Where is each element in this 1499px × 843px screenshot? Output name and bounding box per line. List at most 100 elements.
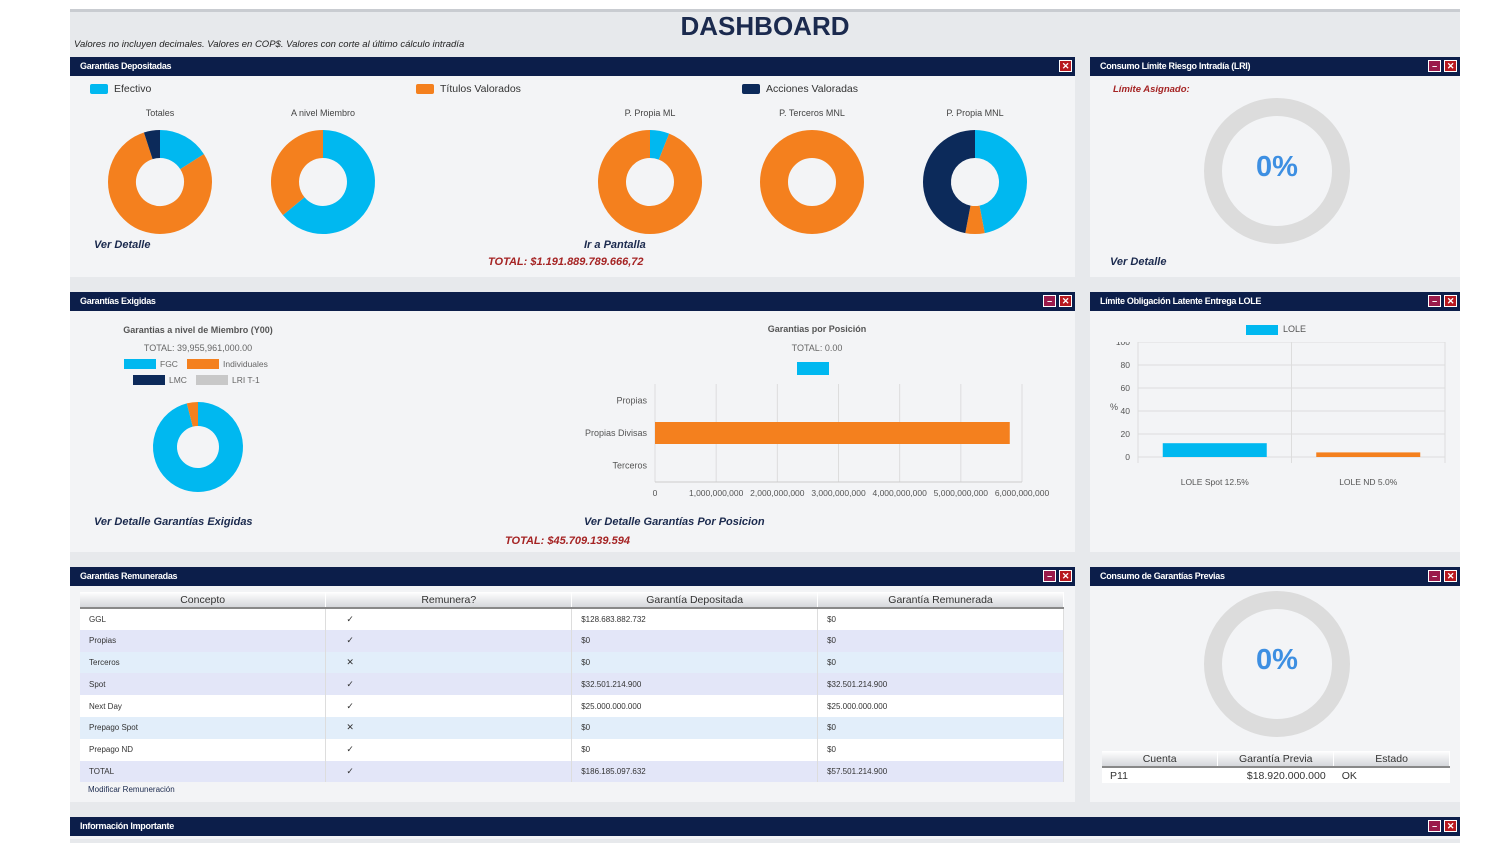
chart-label-propia-ml: P. Propia ML <box>624 108 676 118</box>
miembro-chart-title: Garantias a nivel de Miembro (Y00) <box>123 325 273 335</box>
column-header[interactable]: Garantía Previa <box>1217 751 1335 768</box>
close-icon[interactable]: ✕ <box>1059 60 1072 72</box>
legend-acciones: Acciones Valoradas <box>742 83 858 95</box>
cell-remunerada: $57.501.214.900 <box>817 760 1064 783</box>
minimize-icon[interactable]: – <box>1428 60 1441 72</box>
y-tick-label: 60 <box>1121 383 1131 393</box>
legend-label: LRI T-1 <box>232 375 260 385</box>
panel-header: Límite Obligación Latente Entrega LOLE –… <box>1090 292 1460 311</box>
column-header[interactable]: Remunera? <box>325 592 573 609</box>
check-icon: ✓ <box>325 608 573 630</box>
donut-propia-mnl <box>923 130 1027 234</box>
legend-individuales: Individuales <box>187 359 268 369</box>
cross-icon: ✕ <box>325 716 573 739</box>
previas-percent: 0% <box>1256 644 1298 676</box>
ver-detalle-link[interactable]: Ver Detalle <box>94 239 150 251</box>
ver-detalle-lri-link[interactable]: Ver Detalle <box>1110 256 1166 268</box>
x-tick-label: 3,000,000,000 <box>811 488 866 498</box>
ver-detalle-posicion-link[interactable]: Ver Detalle Garantías Por Posicion <box>584 516 765 528</box>
donut-slice-titulos <box>598 130 702 234</box>
dashboard-page: DASHBOARD Valores no incluyen decimales.… <box>70 9 1460 843</box>
panel-title: Información Importante <box>80 821 174 831</box>
cell-remunerada: $0 <box>817 738 1064 761</box>
cell-depositada: $32.501.214.900 <box>571 673 819 696</box>
table-row[interactable]: P11 $18.920.000.000 OK <box>1102 767 1450 783</box>
check-icon: ✓ <box>325 673 573 696</box>
close-icon[interactable]: ✕ <box>1059 295 1072 307</box>
miembro-chart-total: TOTAL: 39,955,961,000.00 <box>143 343 253 353</box>
modificar-remuneracion-link[interactable]: Modificar Remuneración <box>88 785 175 794</box>
legend-label: Efectivo <box>114 83 152 95</box>
panel-consumo-lri: Consumo Límite Riesgo Intradía (LRI) – ✕ … <box>1090 57 1460 277</box>
panel-consumo-garantias-previas: Consumo de Garantías Previas – ✕ 0% Cuent… <box>1090 567 1460 802</box>
minimize-icon[interactable]: – <box>1428 820 1441 832</box>
donut-slice-acciones <box>923 130 976 234</box>
table-row[interactable]: GGL ✓ $128.683.882.732 $0 <box>80 608 1064 630</box>
table-row[interactable]: Spot ✓ $32.501.214.900 $32.501.214.900 <box>80 673 1064 696</box>
panel-title: Garantías Remuneradas <box>80 571 178 581</box>
chart-label-miembro: A nivel Miembro <box>290 108 356 118</box>
panel-lole: Límite Obligación Latente Entrega LOLE –… <box>1090 292 1460 552</box>
cell-concepto: Prepago ND <box>80 738 327 761</box>
donut-miembro <box>271 130 375 234</box>
close-icon[interactable]: ✕ <box>1059 570 1072 582</box>
close-icon[interactable]: ✕ <box>1444 820 1457 832</box>
lri-percent: 0% <box>1256 151 1298 183</box>
cell-remunerada: $0 <box>817 716 1064 739</box>
column-header[interactable]: Estado <box>1333 751 1450 768</box>
table-row[interactable]: TOTAL ✓ $186.185.097.632 $57.501.214.900 <box>80 760 1064 783</box>
donut-slice-acciones <box>143 130 161 160</box>
donut-slice-titulos <box>965 205 985 234</box>
column-header[interactable]: Garantía Remunerada <box>817 592 1064 609</box>
bar <box>1162 443 1267 457</box>
y-tick-label: Propias Divisas <box>585 428 648 438</box>
minimize-icon[interactable]: – <box>1043 295 1056 307</box>
minimize-icon[interactable]: – <box>1428 570 1441 582</box>
donut-slice-individuales <box>186 402 199 427</box>
column-header[interactable]: Cuenta <box>1102 751 1219 768</box>
cell-cuenta: P11 <box>1102 767 1218 783</box>
legend-lmc: LMC <box>133 375 187 385</box>
cell-concepto: TOTAL <box>80 760 327 783</box>
check-icon: ✓ <box>325 738 573 761</box>
minimize-icon[interactable]: – <box>1428 295 1441 307</box>
close-icon[interactable]: ✕ <box>1444 570 1457 582</box>
legend-label: Individuales <box>223 359 268 369</box>
legend-swatch <box>196 375 228 385</box>
lole-legend-swatch <box>1246 325 1278 335</box>
remuneradas-table: Concepto Remunera? Garantía Depositada G… <box>80 592 1064 783</box>
close-icon[interactable]: ✕ <box>1444 295 1457 307</box>
table-row[interactable]: Prepago ND ✓ $0 $0 <box>80 738 1064 761</box>
panel-header: Consumo de Garantías Previas – ✕ <box>1090 567 1460 586</box>
ver-detalle-exigidas-link[interactable]: Ver Detalle Garantías Exigidas <box>94 516 253 528</box>
donut-slice-efectivo <box>649 130 670 160</box>
x-tick-label: 5,000,000,000 <box>934 488 989 498</box>
posicion-bar-chart: 0 1,000,000,000 2,000,000,000 3,000,000,000… <box>585 384 1049 498</box>
table-row[interactable]: Next Day ✓ $25.000.000.000 $25.000.000.000 <box>80 695 1064 717</box>
check-icon: ✓ <box>325 760 573 783</box>
table-row[interactable]: Prepago Spot ✕ $0 $0 <box>80 716 1064 739</box>
y-tick-label: Propias <box>616 395 647 405</box>
minimize-icon[interactable]: – <box>1043 570 1056 582</box>
cell-depositada: $186.185.097.632 <box>571 760 819 783</box>
panel-title: Límite Obligación Latente Entrega LOLE <box>1100 296 1262 306</box>
check-icon: ✓ <box>325 629 573 652</box>
legend-swatch <box>90 84 108 94</box>
cell-previa: $18.920.000.000 <box>1217 767 1334 783</box>
table-row[interactable]: Propias ✓ $0 $0 <box>80 629 1064 652</box>
posicion-chart-title: Garantias por Posición <box>767 324 867 334</box>
cell-remunerada: $0 <box>817 608 1064 630</box>
total-depositadas: TOTAL: $1.191.889.789.666,72 <box>488 256 644 268</box>
legend-label: Títulos Valorados <box>440 83 521 95</box>
ir-a-pantalla-link[interactable]: Ir a Pantalla <box>584 239 646 251</box>
posicion-legend-swatch <box>797 362 829 375</box>
y-tick-label: 40 <box>1121 406 1131 416</box>
donut-slice-titulos <box>760 130 864 234</box>
table-row[interactable]: Terceros ✕ $0 $0 <box>80 651 1064 674</box>
column-header[interactable]: Concepto <box>80 592 327 609</box>
close-icon[interactable]: ✕ <box>1444 60 1457 72</box>
cross-icon: ✕ <box>325 651 573 674</box>
column-header[interactable]: Garantía Depositada <box>571 592 819 609</box>
panel-garantias-exigidas: Garantías Exigidas – ✕ Garantias a nivel … <box>70 292 1075 552</box>
legend-swatch <box>742 84 760 94</box>
